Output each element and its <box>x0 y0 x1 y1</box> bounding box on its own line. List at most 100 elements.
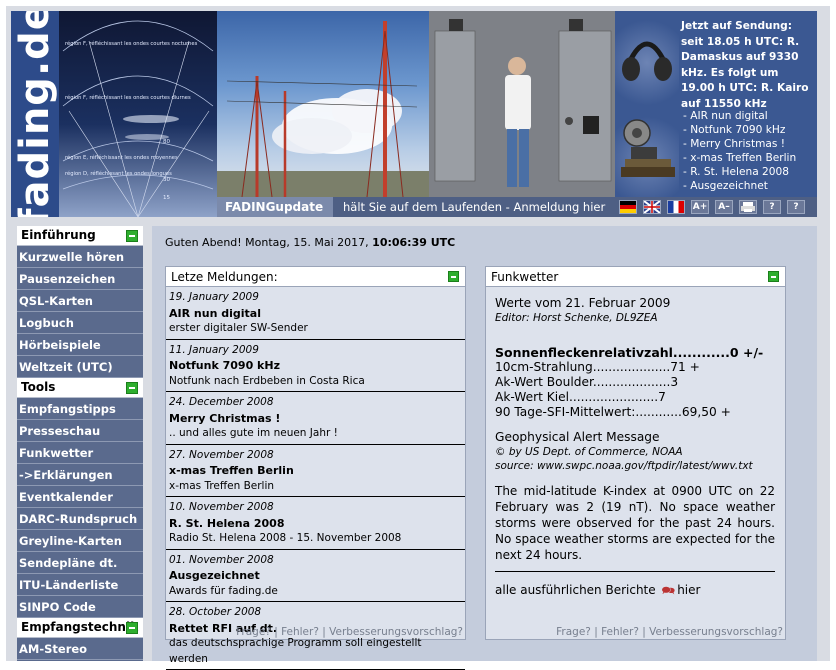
news-entry[interactable]: 01. November 2008 Ausgezeichnet Awards f… <box>166 550 465 602</box>
antenna-photo <box>217 11 429 197</box>
news-entry[interactable]: 24. December 2008 Merry Christmas ! .. u… <box>166 392 465 445</box>
sidebar-item-weltzeit[interactable]: Weltzeit (UTC) <box>17 356 143 378</box>
antenna-graphic <box>217 21 429 197</box>
news-title[interactable]: Merry Christmas ! <box>169 411 462 427</box>
sidebar-item-sinpo[interactable]: SINPO Code <box>17 596 143 618</box>
ionosphere-label: région E, réfléchissant les ondes moyenn… <box>65 154 178 161</box>
alert-copyright: © by US Dept. of Commerce, NOAA <box>495 446 683 458</box>
update-signup-link[interactable]: hält Sie auf dem Laufenden - Anmeldung h… <box>343 197 605 217</box>
sidebar-item-eventkalender[interactable]: Eventkalender <box>17 486 143 508</box>
sidebar-item-greyline[interactable]: Greyline-Karten <box>17 530 143 552</box>
collapse-icon[interactable] <box>126 230 138 242</box>
ticker-item[interactable]: Notfunk 7090 kHz <box>683 123 817 137</box>
collapse-icon[interactable] <box>126 622 138 634</box>
help-icon[interactable]: ? <box>787 200 805 214</box>
news-box-header: Letze Meldungen: <box>166 267 465 287</box>
news-date: 28. October 2008 <box>169 606 262 618</box>
update-bar[interactable]: FADINGupdate hält Sie auf dem Laufenden … <box>217 197 615 217</box>
values-date: Werte vom 21. Februar 2009 <box>495 296 671 310</box>
more-reports-text: alle ausführlichen Berichte <box>495 583 656 597</box>
sidebar-item-itu[interactable]: ITU-Länderliste <box>17 574 143 596</box>
solar-flux-line: 10cm-Strahlung....................71 + <box>495 360 700 374</box>
font-larger-icon[interactable]: A+ <box>691 200 709 214</box>
sidebar-item-hoerbeispiele[interactable]: Hörbeispiele <box>17 334 143 356</box>
flag-de-icon[interactable] <box>619 200 637 214</box>
news-title[interactable]: Notfunk 7090 kHz <box>169 358 462 374</box>
studio-graphic <box>429 11 615 197</box>
site-logo[interactable]: fading.de <box>11 11 59 217</box>
headphones-icon <box>615 11 679 105</box>
sidebar-item-darc[interactable]: DARC-Rundspruch <box>17 508 143 530</box>
ticker-item[interactable]: x-mas Treffen Berlin <box>683 151 817 165</box>
flag-fr-icon[interactable] <box>667 200 685 214</box>
ticker-item[interactable]: R. St. Helena 2008 <box>683 165 817 179</box>
font-smaller-icon[interactable]: A– <box>715 200 733 214</box>
studio-photo <box>429 11 615 197</box>
news-date: 19. January 2009 <box>169 291 259 303</box>
tool-strip: A+ A– ? ? <box>615 197 817 217</box>
site-header: fading.de région F, réfléchissant les on… <box>11 11 817 217</box>
news-title[interactable]: x-mas Treffen Berlin <box>169 463 462 479</box>
sidebar-item-pausenzeichen[interactable]: Pausenzeichen <box>17 268 143 290</box>
sidebar-section-label: Einführung <box>21 228 96 242</box>
ionosphere-label: région F, réfléchissant les ondes courte… <box>65 40 198 47</box>
news-title[interactable]: Ausgezeichnet <box>169 568 462 584</box>
ionosphere-scale: 80 <box>163 139 170 145</box>
news-box-title: Letze Meldungen: <box>171 270 278 284</box>
ionosphere-scale: 15 <box>163 195 170 201</box>
ak-boulder-line: Ak-Wert Boulder....................3 <box>495 375 679 389</box>
collapse-icon[interactable] <box>768 271 779 282</box>
news-box: Letze Meldungen: 19. January 2009 AIR nu… <box>165 266 466 670</box>
news-entry[interactable]: 10. November 2008 R. St. Helena 2008 Rad… <box>166 497 465 550</box>
news-desc: Notfunk nach Erdbeben in Costa Rica <box>169 374 365 387</box>
update-title[interactable]: FADINGupdate <box>217 197 333 217</box>
sidebar-section-tools[interactable]: Tools <box>17 378 143 398</box>
ticker-item[interactable]: Merry Christmas ! <box>683 137 817 151</box>
news-desc: Awards für fading.de <box>169 584 278 597</box>
sidebar-section-empfangstechnik[interactable]: Empfangstechnik <box>17 618 143 638</box>
news-entry[interactable]: 19. January 2009 AIR nun digital erster … <box>166 287 465 340</box>
news-desc: das deutschsprachige Programm soll einge… <box>169 637 422 665</box>
flag-uk-icon[interactable] <box>643 200 661 214</box>
news-entry[interactable]: 27. November 2008 x-mas Treffen Berlin x… <box>166 445 465 497</box>
sidebar-section-einfuehrung[interactable]: Einführung <box>17 226 143 246</box>
logo-text: fading.de <box>12 11 58 217</box>
greeting-time: 10:06:39 UTC <box>372 236 456 249</box>
sidebar-item-am-stereo[interactable]: AM-Stereo <box>17 638 143 660</box>
collapse-icon[interactable] <box>126 382 138 394</box>
news-entry[interactable]: 11. January 2009 Notfunk 7090 kHz Notfun… <box>166 340 465 392</box>
news-date: 27. November 2008 <box>169 448 274 461</box>
collapse-icon[interactable] <box>448 271 459 282</box>
sidebar-item-logbuch[interactable]: Logbuch <box>17 312 143 334</box>
main-content: Guten Abend! Montag, 15. Mai 2017, 10:06… <box>152 226 817 670</box>
sidebar-section-label: Tools <box>21 380 56 394</box>
news-desc: Radio St. Helena 2008 - 15. November 200… <box>169 532 402 544</box>
editor-line: Editor: Horst Schenke, DL9ZEA <box>495 312 658 324</box>
funkwetter-box-header: Funkwetter <box>486 267 785 287</box>
more-reports-link[interactable]: hier <box>677 583 700 597</box>
news-ticker: AIR nun digital Notfunk 7090 kHz Merry C… <box>683 109 817 193</box>
sidebar-item-erklaerungen[interactable]: ->Erklärungen <box>17 464 143 486</box>
sidebar-item-presseschau[interactable]: Presseschau <box>17 420 143 442</box>
sidebar-item-empfangstipps[interactable]: Empfangstipps <box>17 398 143 420</box>
sidebar-item-kurzwelle[interactable]: Kurzwelle hören <box>17 246 143 268</box>
news-title[interactable]: AIR nun digital <box>169 306 462 322</box>
greeting-text: Guten Abend! Montag, 15. Mai 2017, <box>165 236 373 249</box>
ionosphere-graphic: région F, réfléchissant les ondes courte… <box>62 20 214 217</box>
sidebar-item-qsl[interactable]: QSL-Karten <box>17 290 143 312</box>
ionosphere-label: région F, réfléchissant les ondes courte… <box>65 94 191 101</box>
feedback-links[interactable]: Frage? | Fehler? | Verbesserungsvorschla… <box>236 626 463 638</box>
feedback-links[interactable]: Frage? | Fehler? | Verbesserungsvorschla… <box>556 626 783 638</box>
help-icon[interactable]: ? <box>763 200 781 214</box>
comment-icon: 🗪 <box>661 584 676 597</box>
ak-kiel-line: Ak-Wert Kiel.......................7 <box>495 390 666 404</box>
right-header-panel: Jetzt auf Sendung: seit 18.05 h UTC: R. … <box>615 11 817 217</box>
ticker-item[interactable]: Ausgezeichnet <box>683 179 817 193</box>
ionosphere-scale: 30 <box>163 177 170 183</box>
news-title[interactable]: R. St. Helena 2008 <box>169 516 462 532</box>
sidebar-item-sendeplaene[interactable]: Sendepläne dt. <box>17 552 143 574</box>
sidebar-item-funkwetter[interactable]: Funkwetter <box>17 442 143 464</box>
print-icon[interactable] <box>739 200 757 214</box>
ticker-item[interactable]: AIR nun digital <box>683 109 817 123</box>
news-desc: .. und alles gute im neuen Jahr ! <box>169 427 338 439</box>
